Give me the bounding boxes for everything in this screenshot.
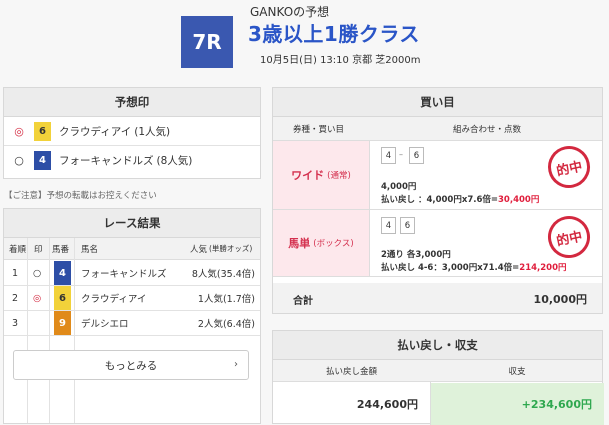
col-bet-type: 券種・買い目 [293, 124, 345, 135]
popularity: 8人気(35.4倍) [191, 269, 255, 280]
circle-mark: ○ [33, 267, 42, 279]
bet-payout: 払い戻し ：4,000円x7.6倍=30,400円 [381, 193, 539, 205]
bet-type-sub: (通常) [327, 171, 351, 181]
bets-panel: 買い目 券種・買い目 組み合わせ・点数 ワイド (通常) 4 – 6 4,000… [272, 87, 603, 314]
horse-popularity: (8人気) [156, 155, 193, 167]
balance-value: +234,600円 [431, 383, 604, 425]
rank: 1 [12, 267, 19, 279]
payout-panel: 払い戻し・収支 払い戻し金額 収支 244,600円 +234,600円 [272, 330, 604, 425]
total-row: 合計 10,000円 [273, 283, 602, 313]
total-label: 合計 [293, 296, 313, 307]
horse-number: 6 [34, 121, 51, 141]
payout-header: 払い戻し金額 収支 [273, 360, 602, 382]
more-button-label: もっとみる [104, 359, 158, 372]
bet-row: 馬単 (ボックス) 4 6 2通り 各3,000円 払い戻し 4-6：3,000… [273, 210, 602, 277]
result-row: 1 ○ 4 フォーキャンドルズ 8人気(35.4倍) [4, 261, 260, 286]
race-number-badge: 7R [181, 16, 233, 68]
col-odds-note: (単勝オッズ) [209, 244, 253, 253]
col-horse: 馬名 [81, 244, 99, 255]
prediction-panel: 予想印 ◎ 6 クラウディアイ (1人気) ○ 4 フォーキャンドルズ (8人気… [3, 87, 261, 179]
bets-header: 券種・買い目 組み合わせ・点数 [273, 117, 602, 141]
double-circle-mark: ◎ [14, 124, 24, 138]
result-row: 3 9 デルシエロ 2人気(6.4倍) [4, 311, 260, 336]
bet-amount: 4,000円 [381, 182, 417, 192]
horse-name: フォーキャンドルズ [81, 269, 167, 280]
bets-title: 買い目 [273, 88, 602, 117]
horse-name: フォーキャンドルズ [59, 155, 154, 167]
chevron-right-icon: › [234, 359, 238, 370]
combo-number: 4 [381, 217, 396, 234]
hit-stamp-icon: 的中 [544, 212, 594, 262]
horse-name: デルシエロ [81, 319, 129, 330]
col-payout: 払い戻し金額 [325, 366, 377, 377]
rank: 2 [12, 292, 19, 304]
popularity: 1人気(1.7倍) [197, 294, 255, 305]
horse-number: 9 [54, 311, 71, 335]
results-panel: レース結果 着順 印 馬番 馬名 人気 (単勝オッズ) 1 ○ 4 フォーキャン… [3, 208, 261, 424]
circle-mark: ○ [14, 154, 24, 167]
horse-number: 4 [54, 261, 71, 285]
payout-title: 払い戻し・収支 [273, 331, 602, 360]
combo-number: 6 [400, 217, 415, 234]
hit-stamp-icon: 的中 [544, 142, 594, 192]
payout-calc: 払い戻し ：4,000円x7.6倍= [381, 195, 499, 205]
total-value: 10,000円 [533, 293, 587, 306]
horse-number: 6 [54, 286, 71, 310]
combo-separator: – [399, 150, 403, 159]
horse-number: 4 [34, 151, 51, 170]
result-row: 2 ◎ 6 クラウディアイ 1人気(1.7倍) [4, 286, 260, 311]
bet-type: 馬単 (ボックス) [273, 210, 370, 276]
col-pop: 人気 [190, 244, 208, 255]
col-combo: 組み合わせ・点数 [453, 124, 522, 135]
payout-value: 30,400円 [498, 195, 540, 205]
prediction-title: 予想印 [4, 88, 260, 117]
bet-type: ワイド (通常) [273, 141, 370, 209]
horse-name: クラウディアイ [81, 294, 147, 305]
popularity: 2人気(6.4倍) [197, 319, 255, 330]
rank: 3 [12, 317, 19, 329]
double-circle-mark: ◎ [33, 292, 42, 304]
race-meta: 10月5日(日) 13:10 京都 芝2000m [260, 55, 421, 66]
payout-calc: 払い戻し 4-6：3,000円x71.4倍= [381, 263, 520, 273]
bet-row: ワイド (通常) 4 – 6 4,000円 払い戻し ：4,000円x7.6倍=… [273, 141, 602, 210]
race-title: 3歳以上1勝クラス [248, 22, 420, 46]
results-title: レース結果 [4, 209, 260, 238]
bet-type-label: 馬単 [288, 237, 311, 250]
repost-notice: 【ご注意】予想の転載はお控えください [4, 191, 157, 201]
col-mark: 印 [34, 244, 43, 255]
bet-payout: 払い戻し 4-6：3,000円x71.4倍=214,200円 [381, 261, 567, 273]
horse-name: クラウディアイ [59, 125, 132, 138]
bet-amount: 2通り 各3,000円 [381, 250, 451, 260]
bet-type-sub: (ボックス) [313, 239, 354, 249]
col-rank: 着順 [9, 244, 27, 255]
results-header: 着順 印 馬番 馬名 人気 (単勝オッズ) [4, 238, 260, 260]
combo-number: 4 [381, 147, 396, 164]
prediction-row: ○ 4 フォーキャンドルズ (8人気) [4, 146, 260, 175]
bet-type-label: ワイド [291, 169, 325, 182]
prediction-row: ◎ 6 クラウディアイ (1人気) [4, 117, 260, 146]
col-balance: 収支 [508, 366, 526, 377]
payout-value: 214,200円 [519, 263, 567, 273]
more-button[interactable]: もっとみる › [13, 350, 249, 380]
col-number: 馬番 [52, 244, 70, 255]
horse-popularity: (1人気) [134, 125, 171, 138]
combo-number: 6 [409, 147, 424, 164]
payout-value: 244,600円 [356, 398, 418, 411]
